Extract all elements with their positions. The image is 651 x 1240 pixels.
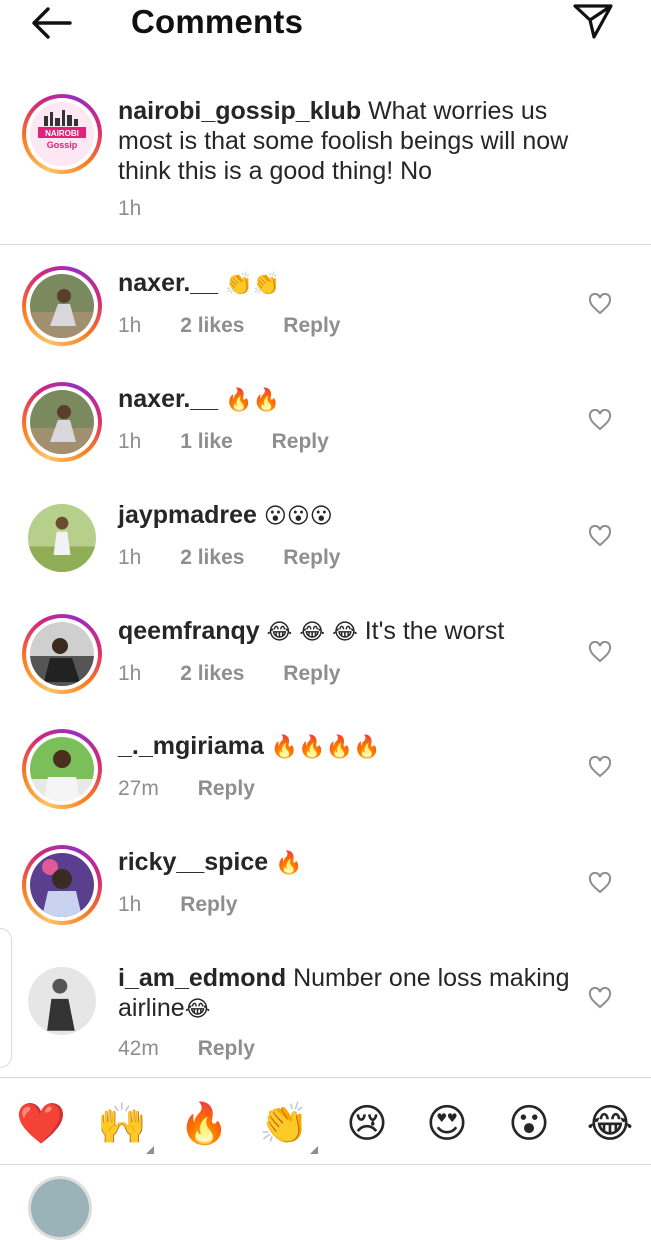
heart-icon[interactable] (588, 872, 612, 894)
profile-photo-icon (30, 390, 94, 454)
comment-text: _._mgiriama 🔥🔥🔥🔥 (118, 732, 381, 760)
avatar[interactable]: NAIROBI Gossip (22, 94, 102, 174)
timestamp: 42m (118, 1037, 159, 1060)
edge-tab (0, 928, 12, 1068)
nairobi-gossip-logo-icon: NAIROBI Gossip (30, 102, 94, 166)
heart-icon[interactable] (588, 987, 612, 1009)
heart-icon[interactable] (588, 525, 612, 547)
comment-row: jaypmadree 😮😮😮 1h 2 likes Reply (0, 498, 651, 614)
reply-button[interactable]: Reply (283, 546, 340, 569)
raised-hands-reaction-icon[interactable]: 🙌 (96, 1098, 148, 1150)
reply-button[interactable]: Reply (283, 314, 340, 337)
timestamp: 1h (118, 314, 142, 337)
avatar[interactable] (22, 614, 102, 694)
username[interactable]: naxer.__ (118, 385, 218, 413)
timestamp: 27m (118, 777, 159, 800)
likes-count[interactable]: 2 likes (180, 546, 244, 569)
post-caption: NAIROBI Gossip nairobi_gossip_klub What … (0, 90, 651, 245)
profile-photo-icon (30, 737, 94, 801)
heart-icon[interactable] (588, 409, 612, 431)
current-user-avatar[interactable] (28, 1176, 92, 1240)
comment-meta: 42m Reply (118, 1037, 288, 1061)
timestamp: 1h (118, 197, 142, 220)
likes-count[interactable]: 2 likes (180, 662, 244, 685)
back-arrow-icon[interactable] (30, 6, 72, 40)
heart-eyes-reaction-icon[interactable]: 😍 (421, 1098, 473, 1150)
timestamp: 1h (118, 893, 142, 916)
comment-text: naxer.__ 👏👏 (118, 269, 280, 297)
comment-meta: 1h Reply (118, 893, 270, 917)
profile-photo-icon (30, 853, 94, 917)
comment-row: i_am_edmond Number one loss making airli… (0, 961, 651, 1081)
username[interactable]: jaypmadree (118, 501, 257, 529)
profile-photo-icon (28, 967, 96, 1035)
surprised-face-reaction-icon[interactable]: 😮 (503, 1098, 555, 1150)
caption-text: nairobi_gossip_klub What worries us most… (118, 97, 569, 185)
page-title: Comments (131, 3, 304, 40)
username[interactable]: nairobi_gossip_klub (118, 97, 361, 125)
comment-meta: 1h 2 likes Reply (118, 662, 373, 686)
comment-text: i_am_edmond Number one loss making airli… (118, 964, 570, 1022)
skin-tone-indicator-icon (310, 1146, 318, 1154)
direct-message-icon[interactable] (572, 2, 614, 40)
profile-photo-icon (30, 622, 94, 686)
svg-text:NAIROBI: NAIROBI (45, 129, 79, 138)
avatar[interactable] (22, 961, 102, 1041)
heart-icon[interactable] (588, 293, 612, 315)
top-bar: Comments (0, 0, 651, 46)
profile-photo-icon (28, 504, 96, 572)
timestamp: 1h (118, 546, 142, 569)
comment-text: jaypmadree 😮😮😮 (118, 501, 333, 529)
username[interactable]: _._mgiriama (118, 732, 264, 760)
username[interactable]: qeemfranqy (118, 617, 260, 645)
reply-button[interactable]: Reply (272, 430, 329, 453)
avatar[interactable] (22, 729, 102, 809)
svg-text:Gossip: Gossip (47, 140, 78, 150)
comment-meta: 1h 1 like Reply (118, 430, 362, 454)
heart-reaction-icon[interactable]: ❤️ (15, 1098, 67, 1150)
comment-meta: 1h 2 likes Reply (118, 314, 373, 338)
comment-text: qeemfranqy 😂 😂 😂 It's the worst (118, 617, 505, 645)
reply-button[interactable]: Reply (180, 893, 237, 916)
skin-tone-indicator-icon (146, 1146, 154, 1154)
crying-face-reaction-icon[interactable]: 😢 (341, 1098, 393, 1150)
heart-icon[interactable] (588, 641, 612, 663)
avatar[interactable] (22, 266, 102, 346)
reply-button[interactable]: Reply (198, 777, 255, 800)
fire-reaction-icon[interactable]: 🔥 (178, 1098, 230, 1150)
comment-meta: 1h 2 likes Reply (118, 546, 373, 570)
avatar[interactable] (22, 498, 102, 578)
username[interactable]: naxer.__ (118, 269, 218, 297)
heart-icon[interactable] (588, 756, 612, 778)
comment-text: ricky__spice 🔥 (118, 848, 303, 876)
reply-button[interactable]: Reply (283, 662, 340, 685)
comment-row: naxer.__ 🔥🔥 1h 1 like Reply (0, 382, 651, 498)
comment-row: qeemfranqy 😂 😂 😂 It's the worst 1h 2 lik… (0, 614, 651, 730)
clap-reaction-icon[interactable]: 👏 (258, 1098, 310, 1150)
quick-reaction-bar: ❤️ 🙌 🔥 👏 😢 😍 😮 😂 (0, 1077, 651, 1165)
likes-count[interactable]: 1 like (180, 430, 233, 453)
likes-count[interactable]: 2 likes (180, 314, 244, 337)
timestamp: 1h (118, 662, 142, 685)
username[interactable]: ricky__spice (118, 848, 268, 876)
reply-button[interactable]: Reply (198, 1037, 255, 1060)
laughing-face-reaction-icon[interactable]: 😂 (584, 1098, 636, 1150)
comment-text: naxer.__ 🔥🔥 (118, 385, 280, 413)
avatar[interactable] (22, 382, 102, 462)
avatar[interactable] (22, 845, 102, 925)
username[interactable]: i_am_edmond (118, 964, 286, 992)
timestamp: 1h (118, 430, 142, 453)
comment-row: naxer.__ 👏👏 1h 2 likes Reply (0, 266, 651, 382)
profile-photo-icon (30, 274, 94, 338)
comment-meta: 27m Reply (118, 777, 288, 801)
comment-row: ricky__spice 🔥 1h Reply (0, 845, 651, 961)
comment-row: _._mgiriama 🔥🔥🔥🔥 27m Reply (0, 729, 651, 845)
